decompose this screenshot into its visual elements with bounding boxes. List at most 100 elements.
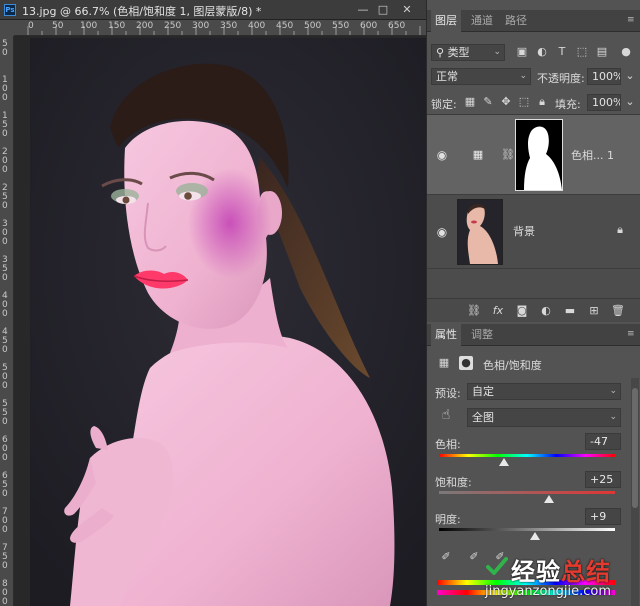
right-panels: 图层 通道 路径 ≡ ⚲ 类型 ⌄ ▣ ◐ T ⬚ ▤ ● 正常 ⌄ 不透明度:… [426, 0, 640, 606]
layer-name[interactable]: 色相... 1 [571, 147, 614, 163]
link-icon[interactable]: ⛓ [467, 304, 481, 318]
minimize-icon[interactable]: — [356, 3, 370, 16]
layer-name[interactable]: 背景 [513, 223, 535, 239]
lock-label: 锁定: [431, 98, 457, 111]
preset-value: 自定 [472, 385, 494, 398]
mask-icon[interactable]: ● [459, 356, 473, 370]
chevron-down-icon: ⌄ [493, 47, 501, 57]
tab-adjustments[interactable]: 调整 [467, 324, 497, 346]
fill-input[interactable]: 100% [587, 94, 621, 111]
ruler-label: 2 0 0 [2, 147, 8, 175]
ruler-label: 250 [164, 21, 182, 31]
opacity-input[interactable]: 100% [587, 68, 621, 85]
lightness-label: 明度: [435, 513, 461, 526]
image-canvas[interactable] [30, 38, 426, 606]
preset-select[interactable]: 自定 ⌄ [467, 383, 621, 400]
chain-link-icon[interactable]: ⛓ [501, 148, 515, 162]
panel-menu-icon[interactable]: ≡ [627, 329, 637, 339]
photoshop-icon: Ps [4, 4, 16, 16]
ruler-label: 550 [332, 21, 350, 31]
vertical-ruler[interactable]: 5 0 1 0 0 1 5 0 2 0 0 2 5 0 3 0 0 3 5 0 … [0, 36, 14, 606]
lock-all-icon[interactable]: 🔒︎ [535, 95, 549, 109]
lock-artboard-icon[interactable]: ⬚ [517, 95, 531, 109]
lightness-slider-thumb[interactable] [529, 532, 540, 540]
ruler-label: 1 5 0 [2, 111, 8, 139]
adjustment-filter-icon[interactable]: ◐ [535, 45, 549, 59]
lightness-slider-track[interactable] [439, 528, 615, 531]
trash-icon[interactable]: 🗑︎ [611, 304, 625, 318]
tab-layers[interactable]: 图层 [431, 10, 461, 32]
document-title[interactable]: 13.jpg @ 66.7% (色相/饱和度 1, 图层蒙版/8) * [22, 3, 261, 19]
ruler-corner[interactable] [0, 20, 14, 36]
smart-object-filter-icon[interactable]: ▤ [595, 45, 609, 59]
ruler-label: 2 5 0 [2, 183, 8, 211]
ruler-label: 3 5 0 [2, 255, 8, 283]
layer-row-hue-saturation[interactable]: ◉ ▦ ⛓ 色相... 1 [427, 115, 640, 195]
folder-icon[interactable]: ▬ [563, 304, 577, 318]
hue-slider-thumb[interactable] [499, 458, 510, 466]
image-filter-icon[interactable]: ▣ [515, 45, 529, 59]
ruler-label: 200 [136, 21, 154, 31]
adjustment-icon[interactable]: ◐ [539, 304, 553, 318]
opacity-label: 不透明度: [537, 72, 585, 85]
chevron-down-icon[interactable]: ⌄ [623, 95, 637, 109]
adjustment-title: 色相/饱和度 [483, 359, 542, 372]
ruler-label: 1 0 0 [2, 75, 8, 103]
saturation-slider-track[interactable] [439, 491, 615, 494]
checkmark-logo-icon [486, 557, 508, 575]
ruler-label: 6 0 0 [2, 435, 8, 463]
lock-position-icon[interactable]: ✥ [499, 95, 513, 109]
layer-filter-select[interactable]: ⚲ 类型 ⌄ [431, 44, 505, 61]
shape-filter-icon[interactable]: ⬚ [575, 45, 589, 59]
channel-value: 全图 [472, 411, 494, 424]
visibility-eye-icon[interactable]: ◉ [435, 225, 449, 239]
ruler-label: 500 [304, 21, 322, 31]
thumbnail-image [458, 200, 502, 264]
targeted-adjustment-hand-icon[interactable]: ☝ [439, 408, 453, 422]
lightness-input[interactable]: +9 [585, 508, 621, 525]
blend-mode-select[interactable]: 正常 ⌄ [431, 68, 531, 85]
chevron-down-icon[interactable]: ⌄ [623, 69, 637, 83]
panel-menu-icon[interactable]: ≡ [627, 15, 637, 25]
visibility-eye-icon[interactable]: ◉ [435, 148, 449, 162]
hue-slider-track[interactable] [439, 454, 615, 457]
lock-transparent-icon[interactable]: ▦ [463, 95, 477, 109]
ruler-label: 400 [248, 21, 266, 31]
hue-input[interactable]: -47 [585, 433, 621, 450]
eyedropper-plus-icon[interactable]: ✐ [467, 550, 481, 564]
close-icon[interactable]: ✕ [400, 3, 414, 16]
lock-paint-icon[interactable]: ✎ [481, 95, 495, 109]
ruler-label: 5 0 0 [2, 363, 8, 391]
maximize-icon[interactable]: □ [376, 3, 390, 16]
scrollbar-thumb[interactable] [632, 388, 638, 508]
channel-select[interactable]: 全图 ⌄ [467, 408, 621, 427]
saturation-slider-thumb[interactable] [544, 495, 554, 503]
tab-properties[interactable]: 属性 [431, 324, 461, 346]
type-filter-icon[interactable]: T [555, 45, 569, 59]
search-icon: ⚲ [436, 46, 448, 59]
ruler-label: 100 [80, 21, 98, 31]
tab-paths[interactable]: 路径 [501, 10, 531, 32]
ruler-label: 650 [388, 21, 406, 31]
new-layer-icon[interactable]: ⊞ [587, 304, 601, 318]
fx-icon[interactable]: fx [491, 304, 505, 318]
layer-row-background[interactable]: ◉ 背景 🔒︎ [427, 195, 640, 269]
blend-mode-value: 正常 [436, 70, 458, 83]
layers-list: ◉ ▦ ⛓ 色相... 1 ◉ 背景 🔒︎ [427, 114, 640, 298]
watermark-text-red: 总结 [561, 558, 611, 586]
ruler-label: 350 [220, 21, 238, 31]
tab-channels[interactable]: 通道 [467, 10, 497, 32]
filter-toggle-icon[interactable]: ● [619, 45, 633, 59]
document-area: Ps 13.jpg @ 66.7% (色相/饱和度 1, 图层蒙版/8) * —… [0, 0, 426, 606]
chevron-down-icon: ⌄ [609, 412, 617, 422]
ruler-label: 600 [360, 21, 378, 31]
mask-icon[interactable]: ◙ [515, 304, 529, 318]
layer-thumbnail[interactable] [457, 199, 503, 265]
eyedropper-icon[interactable]: ✐ [439, 550, 453, 564]
saturation-input[interactable]: +25 [585, 471, 621, 488]
saturation-label: 饱和度: [435, 476, 472, 489]
horizontal-ruler[interactable]: 0 50 100 150 200 250 300 350 400 450 500… [14, 20, 426, 36]
document-tab[interactable]: Ps 13.jpg @ 66.7% (色相/饱和度 1, 图层蒙版/8) * —… [0, 0, 426, 20]
layer-mask-thumbnail[interactable] [515, 119, 563, 191]
ruler-label: 5 0 [2, 39, 8, 58]
